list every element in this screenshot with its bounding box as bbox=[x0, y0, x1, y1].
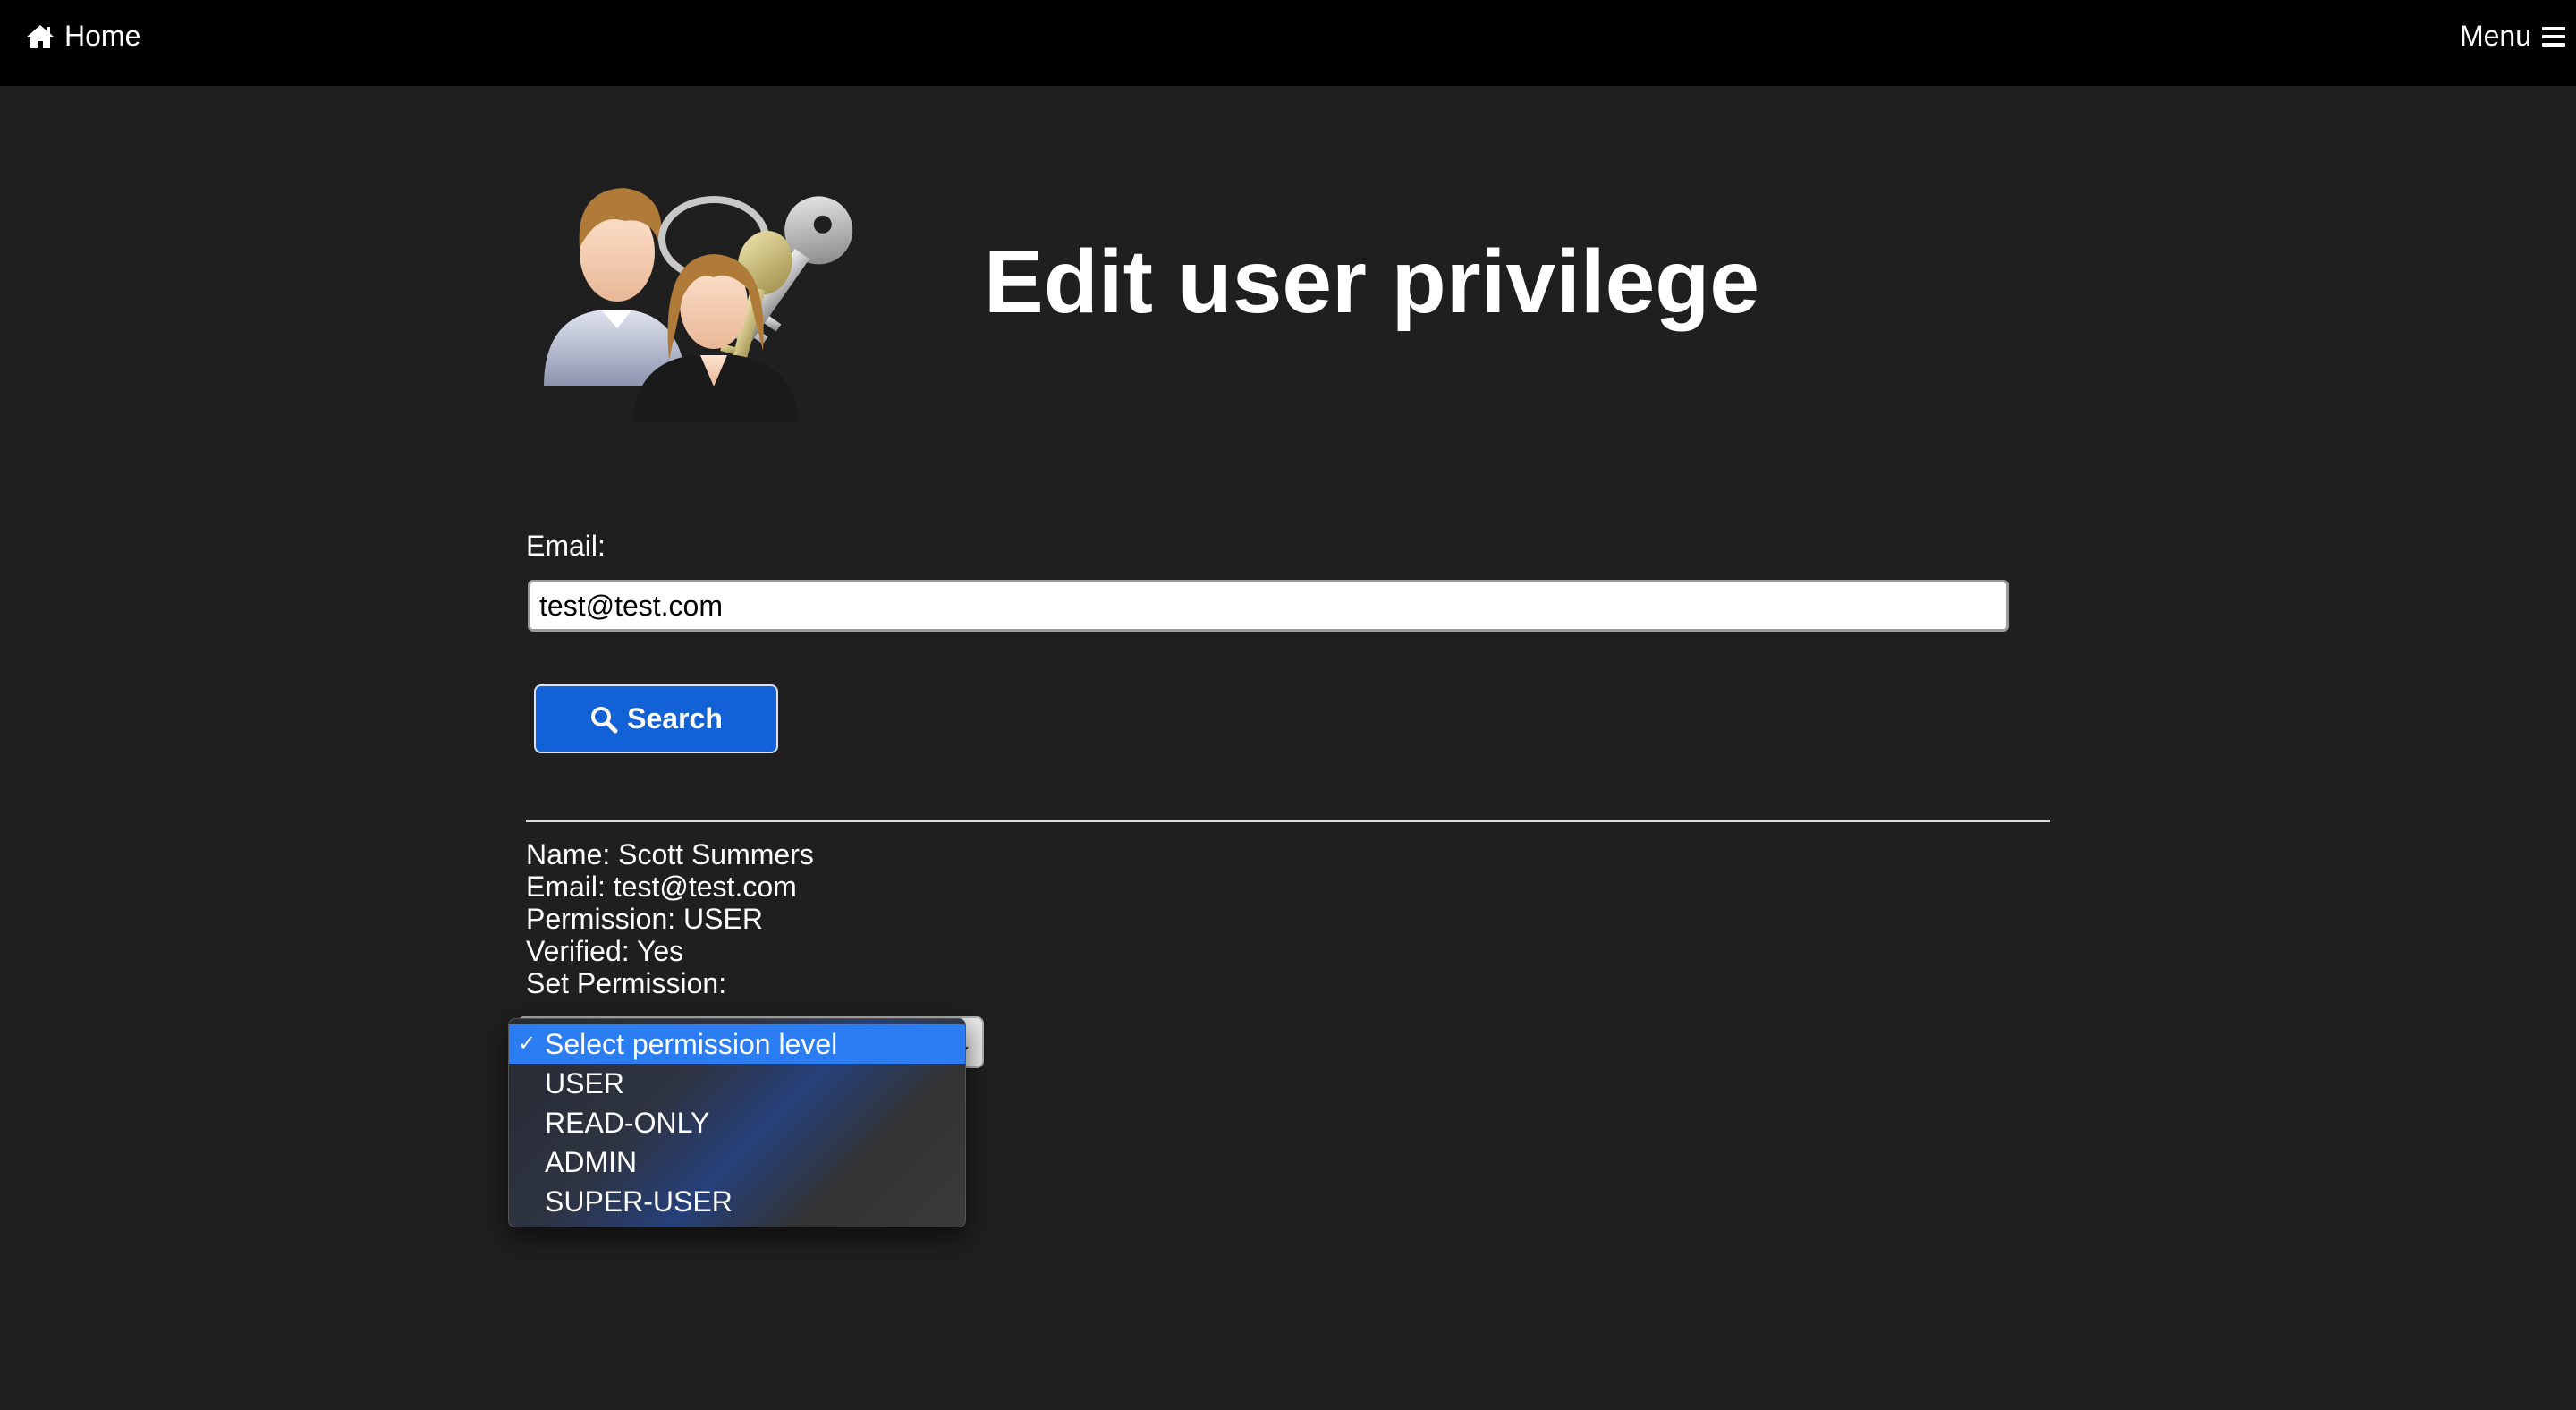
top-nav-bar: Home Menu bbox=[0, 0, 2576, 86]
permission-option[interactable]: ✓ Select permission level bbox=[509, 1024, 965, 1064]
home-icon bbox=[25, 23, 55, 50]
permission-dropdown-list: ✓ Select permission level USER READ-ONLY… bbox=[508, 1018, 966, 1227]
menu-button[interactable]: Menu bbox=[2460, 20, 2567, 53]
user-email: Email: test@test.com bbox=[526, 871, 797, 903]
set-permission-label: Set Permission: bbox=[526, 967, 727, 999]
hamburger-icon bbox=[2540, 24, 2567, 49]
page-title: Edit user privilege bbox=[984, 232, 1759, 332]
user-verified: Verified: Yes bbox=[526, 935, 684, 967]
menu-label: Menu bbox=[2459, 20, 2531, 52]
permission-option[interactable]: READ-ONLY bbox=[509, 1103, 965, 1142]
email-input[interactable] bbox=[528, 580, 2009, 632]
user-permission: Permission: USER bbox=[526, 903, 763, 935]
permission-option-label: SUPER-USER bbox=[545, 1185, 733, 1218]
permission-option-label: Select permission level bbox=[545, 1028, 838, 1060]
permission-option-label: READ-ONLY bbox=[545, 1107, 710, 1139]
checkmark-icon: ✓ bbox=[518, 1032, 537, 1056]
user-info: Name: Scott Summers Email: test@test.com… bbox=[526, 838, 814, 999]
permission-option[interactable]: USER bbox=[509, 1064, 965, 1103]
permission-option[interactable]: SUPER-USER bbox=[509, 1182, 965, 1221]
search-button-label: Search bbox=[627, 702, 723, 735]
user-name: Name: Scott Summers bbox=[526, 838, 814, 871]
divider bbox=[526, 820, 2050, 822]
user-keys-illustration bbox=[535, 172, 937, 431]
home-link[interactable]: Home bbox=[25, 20, 140, 53]
search-button[interactable]: Search bbox=[534, 684, 778, 753]
home-label: Home bbox=[64, 20, 141, 52]
email-label: Email: bbox=[526, 530, 606, 562]
permission-option[interactable]: ADMIN bbox=[509, 1142, 965, 1182]
permission-option-label: USER bbox=[545, 1067, 624, 1100]
permission-option-label: ADMIN bbox=[545, 1146, 638, 1178]
search-icon bbox=[589, 705, 618, 734]
